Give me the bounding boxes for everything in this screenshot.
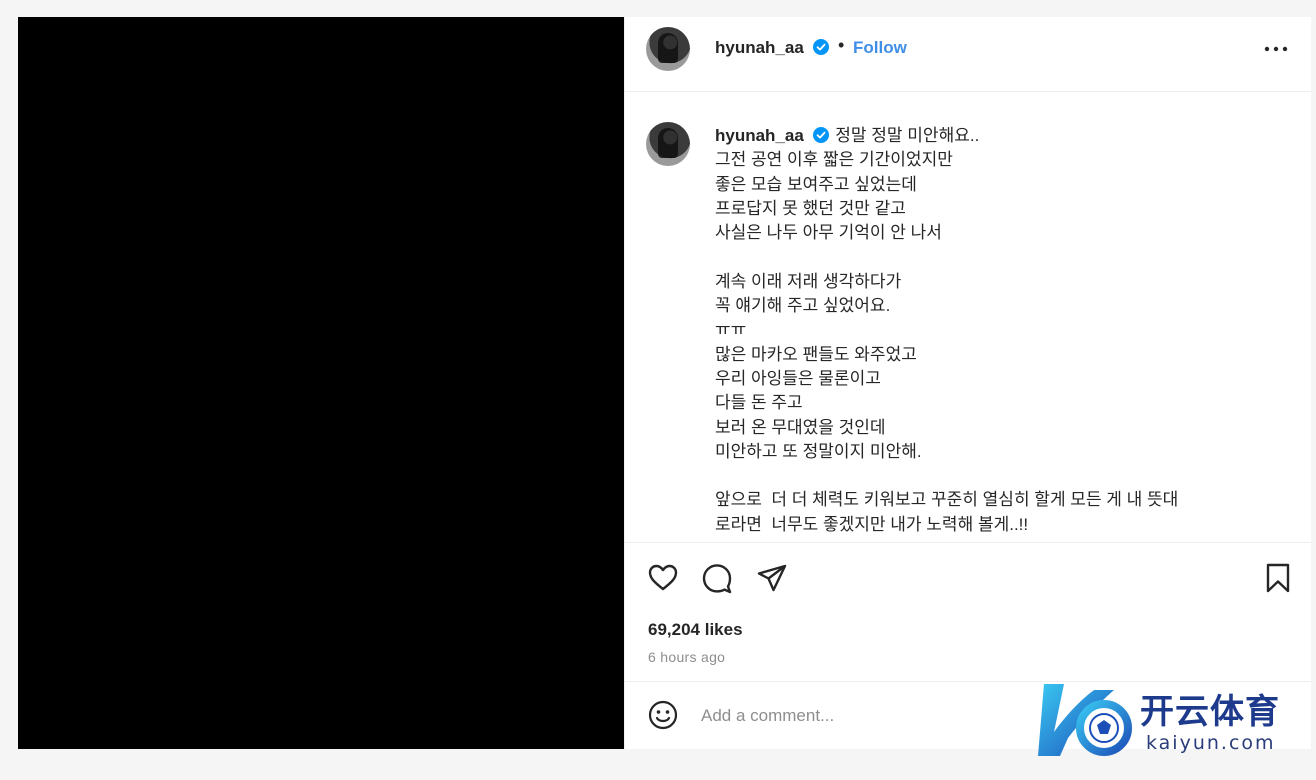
post-timestamp[interactable]: 6 hours ago — [648, 649, 725, 665]
verified-badge-icon — [813, 39, 829, 55]
post-header: hyunah_aa • Follow — [625, 17, 1311, 92]
caption-line: 우리 아잉들은 물론이고 — [715, 368, 881, 388]
caption-line: ㅠㅠ — [715, 320, 747, 340]
heart-icon[interactable] — [646, 561, 680, 595]
send-icon[interactable] — [755, 561, 789, 595]
watermark-emblem-icon — [1038, 684, 1132, 756]
caption-line: 앞으로 더 더 체력도 키워보고 꾸준히 열심히 할게 모든 게 내 뜻대 — [715, 490, 1179, 510]
post-sidebar: hyunah_aa • Follow hyunah_aa 정말 정말 미안해요.… — [624, 17, 1311, 749]
emoji-icon[interactable] — [647, 699, 679, 731]
likes-count[interactable]: 69,204 likes — [648, 620, 743, 640]
follow-button[interactable]: Follow — [853, 38, 907, 58]
more-options-icon[interactable] — [1262, 39, 1290, 59]
caption-line: 로라면 너무도 좋겠지만 내가 노력해 볼게..!! — [715, 514, 1029, 534]
caption: hyunah_aa 정말 정말 미안해요.. 그전 공연 이후 짧은 기간이었지… — [715, 124, 1295, 537]
caption-line: 프로답지 못 했던 것만 같고 — [715, 198, 906, 218]
caption-line — [715, 464, 1295, 488]
comment-input[interactable] — [699, 698, 1063, 734]
caption-avatar[interactable] — [646, 122, 690, 166]
comments-area[interactable]: hyunah_aa 정말 정말 미안해요.. 그전 공연 이후 짧은 기간이었지… — [625, 92, 1311, 541]
caption-line: 미안하고 또 정말이지 미안해. — [715, 441, 922, 461]
caption-line: 다들 돈 주고 — [715, 393, 803, 413]
caption-line: 좋은 모습 보여주고 싶었는데 — [715, 174, 917, 194]
caption-line — [715, 245, 1295, 269]
bookmark-icon[interactable] — [1261, 561, 1295, 595]
verified-badge-icon — [812, 127, 829, 143]
caption-line: 꼭 얘기해 주고 싶었어요. — [715, 296, 891, 316]
header-separator: • — [838, 35, 845, 55]
caption-line: 계속 이래 저래 생각하다가 — [715, 271, 902, 291]
comment-icon[interactable] — [700, 561, 734, 595]
watermark-subtitle: kaiyun.com — [1146, 732, 1276, 754]
watermark-logo: 开云体育 kaiyun.com — [1030, 680, 1310, 760]
caption-line: 그전 공연 이후 짧은 기간이었지만 — [715, 150, 953, 170]
caption-username[interactable]: hyunah_aa — [715, 126, 804, 145]
author-avatar[interactable] — [646, 27, 690, 71]
post-media[interactable] — [18, 17, 624, 749]
post-dialog: hyunah_aa • Follow hyunah_aa 정말 정말 미안해요.… — [18, 17, 1311, 749]
caption-first-line: 정말 정말 미안해요.. — [835, 126, 980, 145]
author-username[interactable]: hyunah_aa — [715, 38, 804, 58]
watermark-title: 开云体育 — [1140, 692, 1280, 732]
caption-line: 보러 온 무대였을 것인데 — [715, 417, 886, 437]
caption-line: 많은 마카오 팬들도 와주었고 — [715, 344, 917, 364]
caption-line: 사실은 나두 아무 기억이 안 나서 — [715, 223, 942, 243]
